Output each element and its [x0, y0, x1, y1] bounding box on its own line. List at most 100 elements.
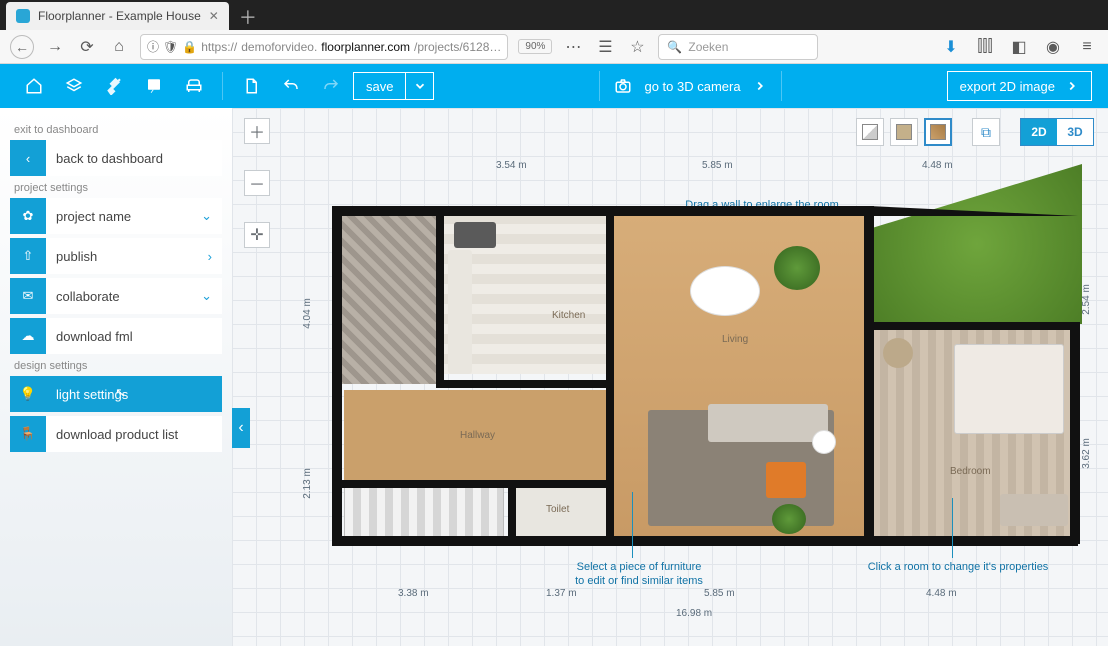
furniture-stove[interactable]	[454, 222, 496, 248]
texture-option-2[interactable]	[890, 118, 918, 146]
hint-click-room: Click a room to change it's properties	[838, 560, 1078, 574]
recenter-button[interactable]: ✛	[244, 222, 270, 248]
star-icon[interactable]: ☆	[626, 36, 648, 58]
sidebar-header-project: project settings	[14, 182, 222, 194]
cloud-download-icon: ☁	[10, 318, 46, 354]
canvas-controls-left: ＋ － ✛	[244, 118, 270, 248]
collapse-sidebar-handle[interactable]: ‹	[232, 408, 250, 448]
close-tab-icon[interactable]: ✕	[209, 9, 219, 23]
floorplan[interactable]: Kitchen Living Bedroom Hallway Toilet Cl…	[336, 204, 1076, 544]
note-icon[interactable]	[136, 68, 172, 104]
go-to-3d-button[interactable]: go to 3D camera	[599, 71, 781, 101]
wall[interactable]	[508, 480, 516, 540]
new-page-icon[interactable]	[233, 68, 269, 104]
wall[interactable]	[436, 380, 612, 388]
furniture-icon[interactable]	[176, 68, 212, 104]
furniture-chair-wood[interactable]	[883, 338, 913, 368]
save-button-group: save	[353, 72, 434, 100]
sidebar-item-project-name[interactable]: ✿ project name ⌄	[10, 198, 222, 234]
wall[interactable]	[864, 206, 874, 544]
camera-icon	[614, 77, 632, 95]
new-tab-button[interactable]: ＋	[235, 4, 261, 30]
room-label-living: Living	[722, 334, 748, 345]
sidebar-item-collaborate[interactable]: ✉ collaborate ⌄	[10, 278, 222, 314]
room-patio[interactable]	[336, 214, 436, 384]
sidebar-item-publish[interactable]: ⇧ publish ›	[10, 238, 222, 274]
sidebar-item-label: publish	[56, 249, 222, 264]
wall[interactable]	[606, 206, 614, 542]
browser-tab[interactable]: Floorplanner - Example House ✕	[6, 2, 229, 30]
room-label-hallway: Hallway	[460, 430, 495, 441]
furniture-counter[interactable]	[448, 250, 472, 374]
sidebar-item-label: project name	[56, 209, 222, 224]
undo-icon[interactable]	[273, 68, 309, 104]
sidebar-item-label: collaborate	[56, 289, 222, 304]
wall[interactable]	[1070, 322, 1080, 544]
dimension-right-2: 3.62 m	[1081, 438, 1092, 469]
export-2d-button[interactable]: export 2D image	[947, 71, 1092, 101]
app-toolbar: save go to 3D camera export 2D image	[0, 64, 1108, 108]
search-input[interactable]: 🔍 Zoeken	[658, 34, 818, 60]
url-sub: demoforvideo.	[241, 40, 317, 54]
sidebar-item-download-products[interactable]: 🪑 download product list	[10, 416, 222, 452]
url-host: floorplanner.com	[321, 40, 410, 54]
view-3d-button[interactable]: 3D	[1057, 119, 1093, 145]
separator	[222, 72, 223, 100]
wall[interactable]	[336, 480, 612, 488]
zoom-in-button[interactable]: ＋	[244, 118, 270, 144]
sidebar-item-label: download fml	[56, 329, 222, 344]
build-icon[interactable]	[96, 68, 132, 104]
sidebar-item-light-settings[interactable]: 💡 light settings ↖	[10, 376, 222, 412]
zoom-badge[interactable]: 90%	[518, 39, 552, 54]
account-icon[interactable]: ◉	[1042, 36, 1064, 58]
sidebar-item-label: back to dashboard	[56, 151, 222, 166]
home-icon[interactable]	[16, 68, 52, 104]
reader-icon[interactable]: ☰	[594, 36, 616, 58]
redo-icon[interactable]	[313, 68, 349, 104]
sidebar-item-back[interactable]: ‹ back to dashboard	[10, 140, 222, 176]
stairs[interactable]	[344, 486, 504, 538]
furniture-bed[interactable]	[954, 344, 1064, 434]
wall[interactable]	[332, 536, 1078, 546]
menu-icon[interactable]: ≡	[1076, 36, 1098, 58]
more-icon[interactable]: ⋯	[562, 36, 584, 58]
texture-option-1[interactable]	[856, 118, 884, 146]
save-button[interactable]: save	[354, 73, 405, 99]
upload-icon: ⇧	[10, 238, 46, 274]
export-label: export 2D image	[960, 79, 1055, 94]
cursor-icon: ↖	[115, 385, 126, 401]
zoom-out-button[interactable]: －	[244, 170, 270, 196]
furniture-dining-table[interactable]	[690, 266, 760, 316]
texture-option-3[interactable]	[924, 118, 952, 146]
wall[interactable]	[436, 206, 444, 386]
sidebar-item-label: download product list	[56, 427, 222, 442]
wall[interactable]	[332, 206, 342, 544]
furniture-plant[interactable]	[774, 246, 820, 290]
library-icon[interactable]: ⫿⫿⫿	[974, 36, 996, 58]
back-button[interactable]: ←	[10, 35, 34, 59]
sidebar-item-label: light settings	[56, 387, 222, 402]
furniture-plant-small[interactable]	[772, 504, 806, 534]
chevron-right-icon: ›	[208, 249, 212, 264]
download-icon[interactable]: ⬇	[940, 36, 962, 58]
home-button[interactable]: ⌂	[108, 36, 130, 58]
sidebar-item-download-fml[interactable]: ☁ download fml	[10, 318, 222, 354]
hint-line	[952, 498, 953, 558]
canvas[interactable]: ‹ ＋ － ✛ ⧉ 2D 3D 3.54 m 5.85 m 4.48 m Dra…	[232, 108, 1108, 646]
view-2d-button[interactable]: 2D	[1021, 119, 1057, 145]
wall[interactable]	[864, 322, 1078, 330]
save-dropdown[interactable]	[405, 73, 433, 99]
furniture-sofa[interactable]	[708, 404, 828, 442]
search-icon: 🔍	[667, 40, 682, 54]
room-label-bedroom: Bedroom	[950, 466, 991, 477]
furniture-armchair[interactable]	[766, 462, 806, 498]
forward-button[interactable]: →	[44, 36, 66, 58]
layers-icon[interactable]	[56, 68, 92, 104]
sidebar-icon[interactable]: ◧	[1008, 36, 1030, 58]
url-bar[interactable]: ⓘ 🛡 🔒 https://demoforvideo.floorplanner.…	[140, 34, 508, 60]
dimension-left-1: 4.04 m	[302, 298, 313, 329]
reload-button[interactable]: ⟳	[76, 36, 98, 58]
floor-selector[interactable]: ⧉	[972, 118, 1000, 146]
furniture-side-table[interactable]	[812, 430, 836, 454]
furniture-dresser[interactable]	[1000, 494, 1068, 526]
